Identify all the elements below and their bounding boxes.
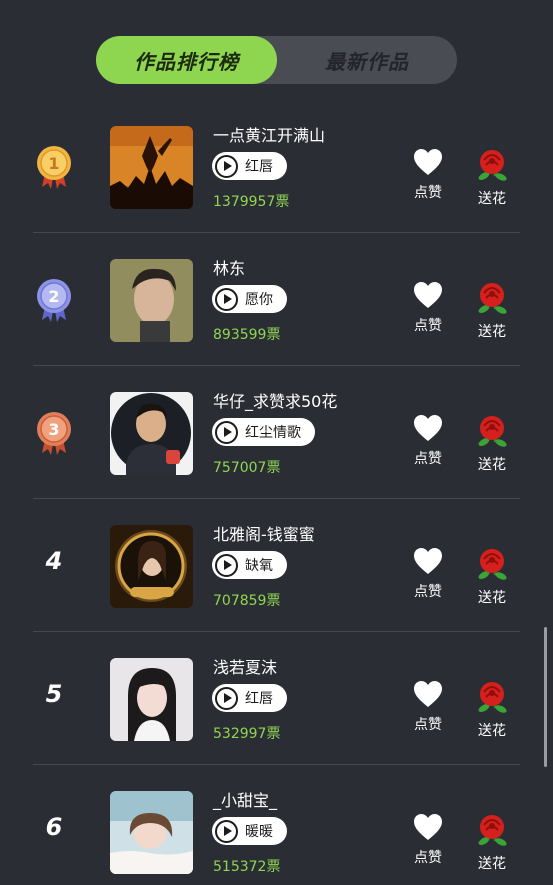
play-song-button[interactable]: 暖暖 [212, 817, 287, 845]
svg-text:2: 2 [48, 287, 59, 306]
like-button[interactable]: 点赞 [406, 547, 450, 601]
ranking-row[interactable]: 3 华仔_求赞求50花 红尘情歌 757007票 点赞 送花 [0, 366, 553, 499]
like-button[interactable]: 点赞 [406, 148, 450, 202]
heart-icon [414, 415, 442, 441]
send-flower-button[interactable]: 送花 [470, 680, 514, 740]
vote-count: 757007票 [213, 460, 281, 476]
work-title[interactable]: 一点黄江开满山 [213, 122, 325, 146]
ranking-row[interactable]: 6 _小甜宝_ 暖暖 515372票 点赞 送花 [0, 765, 553, 885]
cover-image[interactable] [110, 259, 193, 342]
song-name: 红唇 [245, 691, 273, 707]
play-icon [215, 819, 238, 843]
rose-icon [478, 283, 507, 314]
like-label: 点赞 [414, 850, 442, 866]
scrollbar[interactable] [544, 627, 547, 767]
send-flower-button[interactable]: 送花 [470, 813, 514, 873]
play-icon [215, 686, 238, 710]
send-flower-button[interactable]: 送花 [470, 281, 514, 341]
work-title[interactable]: _小甜宝_ [213, 787, 277, 811]
silver-medal-icon: 2 [34, 278, 74, 324]
song-name: 缺氧 [245, 558, 273, 574]
ranking-tab-bar: 作品排行榜 最新作品 [96, 36, 457, 84]
like-label: 点赞 [414, 318, 442, 334]
rose-icon [478, 150, 507, 181]
heart-icon [414, 814, 442, 840]
work-title[interactable]: 华仔_求赞求50花 [213, 388, 337, 412]
tab-ranking[interactable]: 作品排行榜 [96, 36, 277, 84]
tab-latest-works[interactable]: 最新作品 [277, 36, 457, 84]
ranking-row[interactable]: 1 一点黄江开满山 红唇 1379957票 点赞 送花 [0, 100, 553, 233]
song-name: 红尘情歌 [245, 425, 301, 441]
svg-text:3: 3 [48, 420, 59, 439]
ranking-row[interactable]: 4 北雅阁-钱蜜蜜 缺氧 707859票 点赞 送花 [0, 499, 553, 632]
rank-number: 4 [45, 547, 63, 575]
play-icon [215, 154, 238, 178]
flower-label: 送花 [478, 457, 506, 473]
cover-image[interactable] [110, 392, 193, 475]
rose-icon [478, 549, 507, 580]
send-flower-button[interactable]: 送花 [470, 148, 514, 208]
song-name: 愿你 [245, 292, 273, 308]
work-title[interactable]: 北雅阁-钱蜜蜜 [213, 521, 315, 545]
work-title[interactable]: 林东 [213, 255, 245, 279]
rose-icon [478, 682, 507, 713]
rank-number: 5 [45, 680, 63, 708]
ranking-list: 1 一点黄江开满山 红唇 1379957票 点赞 送花 2 林东 愿你 8935… [0, 100, 553, 885]
flower-label: 送花 [478, 191, 506, 207]
ranking-row[interactable]: 2 林东 愿你 893599票 点赞 送花 [0, 233, 553, 366]
heart-icon [414, 149, 442, 175]
heart-icon [414, 681, 442, 707]
cover-image[interactable] [110, 126, 193, 209]
flower-label: 送花 [478, 723, 506, 739]
cover-image[interactable] [110, 791, 193, 874]
flower-label: 送花 [478, 856, 506, 872]
play-icon [215, 553, 238, 577]
vote-count: 532997票 [213, 726, 281, 742]
flower-label: 送花 [478, 324, 506, 340]
gold-medal-icon: 1 [34, 145, 74, 191]
like-label: 点赞 [414, 717, 442, 733]
ranking-row[interactable]: 5 浅若夏沫 红唇 532997票 点赞 送花 [0, 632, 553, 765]
svg-text:1: 1 [48, 154, 59, 173]
vote-count: 515372票 [213, 859, 281, 875]
cover-image[interactable] [110, 658, 193, 741]
rose-icon [478, 416, 507, 447]
like-label: 点赞 [414, 451, 442, 467]
play-icon [215, 420, 238, 444]
vote-count: 707859票 [213, 593, 281, 609]
play-song-button[interactable]: 红唇 [212, 152, 287, 180]
play-icon [215, 287, 238, 311]
send-flower-button[interactable]: 送花 [470, 414, 514, 474]
song-name: 红唇 [245, 159, 273, 175]
bronze-medal-icon: 3 [34, 411, 74, 457]
play-song-button[interactable]: 愿你 [212, 285, 287, 313]
play-song-button[interactable]: 红尘情歌 [212, 418, 315, 446]
send-flower-button[interactable]: 送花 [470, 547, 514, 607]
play-song-button[interactable]: 红唇 [212, 684, 287, 712]
like-button[interactable]: 点赞 [406, 281, 450, 335]
like-label: 点赞 [414, 584, 442, 600]
heart-icon [414, 282, 442, 308]
cover-image[interactable] [110, 525, 193, 608]
like-button[interactable]: 点赞 [406, 680, 450, 734]
like-button[interactable]: 点赞 [406, 414, 450, 468]
vote-count: 1379957票 [213, 194, 290, 210]
vote-count: 893599票 [213, 327, 281, 343]
play-song-button[interactable]: 缺氧 [212, 551, 287, 579]
rank-number: 6 [45, 813, 63, 841]
like-label: 点赞 [414, 185, 442, 201]
rose-icon [478, 815, 507, 846]
song-name: 暖暖 [245, 824, 273, 840]
work-title[interactable]: 浅若夏沫 [213, 654, 277, 678]
flower-label: 送花 [478, 590, 506, 606]
like-button[interactable]: 点赞 [406, 813, 450, 867]
heart-icon [414, 548, 442, 574]
